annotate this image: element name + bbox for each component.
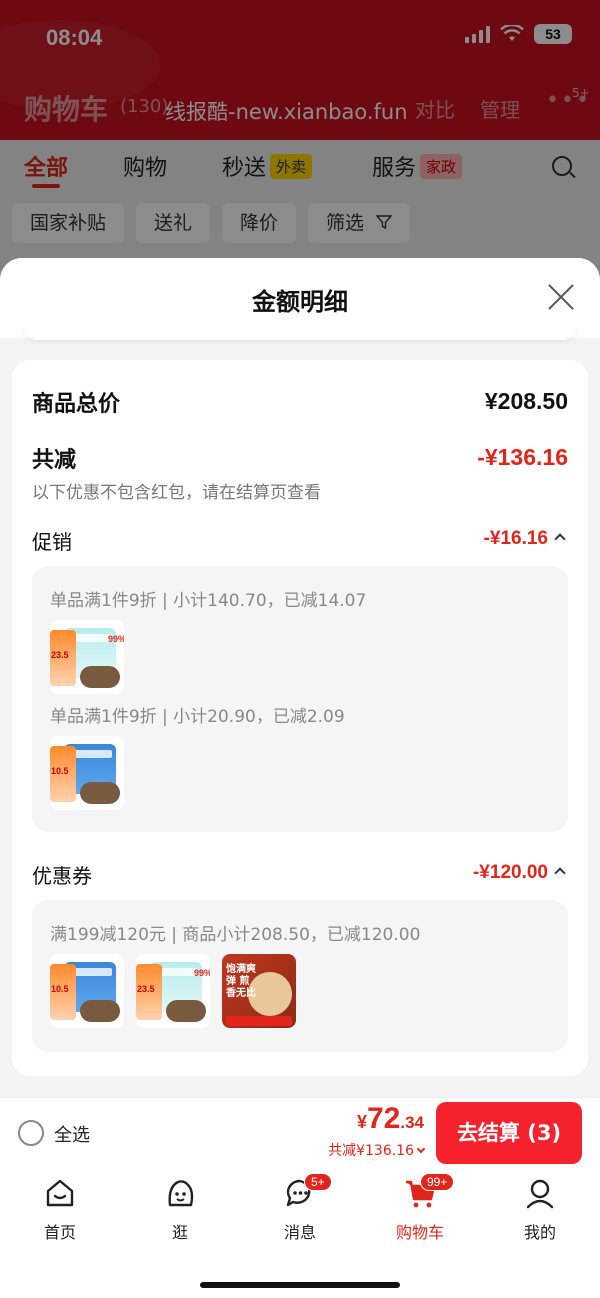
checkout-button[interactable]: 去结算 (3): [436, 1102, 582, 1164]
total-price: ¥72.34: [357, 1102, 424, 1136]
cart-badge: 99+: [420, 1173, 455, 1191]
sheet-title: 金额明细: [252, 288, 348, 316]
price-tag: 23.5: [50, 630, 76, 686]
tabbar-browse-label: 逛: [171, 1223, 188, 1242]
home-indicator: [200, 1282, 400, 1288]
home-icon: [46, 1179, 74, 1207]
message-badge: 5+: [304, 1173, 332, 1191]
total-currency: ¥: [356, 1112, 367, 1132]
product-thumbnail[interactable]: 10.5: [50, 954, 124, 1028]
product-thumbnail[interactable]: 10.5: [50, 736, 124, 810]
coupon-value: -¥120.00: [472, 862, 548, 883]
product-food: [80, 782, 120, 804]
select-all-radio[interactable]: [18, 1120, 44, 1146]
hot-tag: 99%: [108, 634, 124, 644]
discount-note: 以下优惠不包含红包，请在结算页查看: [32, 483, 321, 503]
goods-total-value: ¥208.50: [484, 388, 568, 414]
checkout-bar: 全选 ¥72.34 共减¥136.16 去结算 (3): [0, 1097, 600, 1169]
coupon-value-toggle[interactable]: -¥120.00: [472, 862, 566, 884]
discount-value: -¥136.16: [477, 444, 568, 470]
saved-amount: 共减¥136.16: [328, 1143, 414, 1159]
saved-amount-toggle[interactable]: 共减¥136.16: [328, 1140, 426, 1160]
tabbar-home-label: 首页: [43, 1223, 76, 1242]
total-integer: 72: [366, 1102, 401, 1135]
promo-rule-2: 单品满1件9折 | 小计20.90，已减2.09: [50, 707, 345, 727]
amount-detail-sheet: 金额明细 商品总价 ¥208.50 共减 -¥136.16 以下优惠不包含红包，…: [0, 258, 600, 1098]
select-all-label[interactable]: 全选: [54, 1121, 90, 1147]
goods-total-label: 商品总价: [32, 392, 121, 417]
thumb-footer: [226, 1016, 292, 1026]
price-tag: 10.5: [50, 746, 76, 802]
thumb-price: 10.5: [51, 766, 69, 776]
close-icon[interactable]: [546, 282, 576, 312]
promo-value-toggle[interactable]: -¥16.16: [483, 528, 566, 550]
thumb-price: 23.5: [51, 650, 69, 660]
product-thumbnail[interactable]: 23.5 99%: [136, 954, 210, 1028]
coupon-rule: 满199减120元 | 商品小计208.50，已减120.00: [50, 925, 421, 945]
product-thumbnail[interactable]: 23.5 99%: [50, 620, 124, 694]
promo-rule-1: 单品满1件9折 | 小计140.70，已减14.07: [50, 591, 367, 611]
chevron-up-icon: [554, 533, 566, 545]
discount-label: 共减: [32, 448, 77, 473]
hot-tag: 99%: [194, 968, 210, 978]
chevron-down-icon: [416, 1144, 426, 1154]
sheet-top-strip: [22, 326, 578, 340]
coupon-label: 优惠券: [32, 864, 92, 888]
product-food: [80, 1000, 120, 1022]
price-tag: 23.5: [136, 964, 162, 1020]
thumb-price: 23.5: [137, 984, 155, 994]
browse-icon: [168, 1180, 194, 1207]
tabbar-cart-label: 购物车: [395, 1223, 444, 1242]
price-tag: 10.5: [50, 964, 76, 1020]
promo-value: -¥16.16: [483, 528, 548, 549]
coupon-details: 满199减120元 | 商品小计208.50，已减120.00 10.5 23.…: [32, 900, 568, 1052]
product-food: [80, 666, 120, 688]
promo-details: 单品满1件9折 | 小计140.70，已减14.07 23.5 99% 单品满1…: [32, 566, 568, 832]
profile-icon: [526, 1179, 554, 1209]
product-thumbnail[interactable]: 饱满爽弹 煎香无比: [222, 954, 296, 1028]
amount-card: 商品总价 ¥208.50 共减 -¥136.16 以下优惠不包含红包，请在结算页…: [12, 360, 588, 1076]
thumb-caption: 饱满爽弹 煎香无比: [226, 964, 256, 999]
chevron-up-icon: [554, 867, 566, 879]
tabbar-messages-label: 消息: [283, 1223, 316, 1242]
thumb-price: 10.5: [51, 984, 69, 994]
total-decimal: .34: [400, 1113, 424, 1132]
promo-label: 促销: [32, 530, 72, 554]
product-food: [166, 1000, 206, 1022]
bottom-tabbar: 首页 逛 5+ 消息 99+ 购物车 我的: [0, 1169, 600, 1298]
tabbar-profile-label: 我的: [523, 1223, 556, 1242]
